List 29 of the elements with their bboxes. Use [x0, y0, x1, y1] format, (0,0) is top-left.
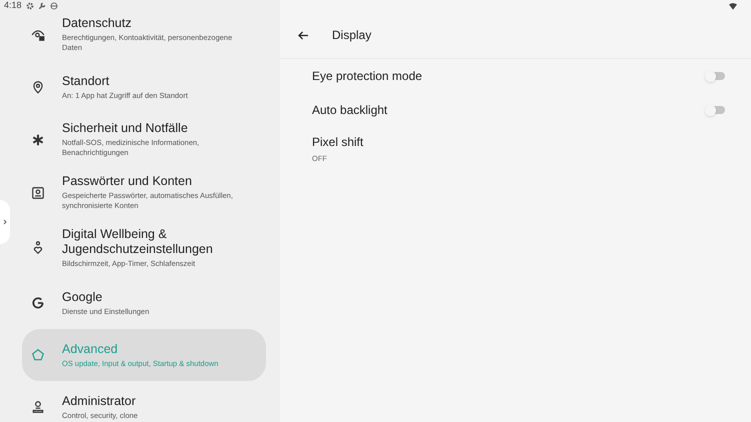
drawer-handle[interactable]: [0, 200, 10, 244]
category-title: Standort: [62, 74, 110, 88]
category-title: Passwörter und Konten: [62, 174, 193, 189]
eye-lock-icon: [31, 28, 45, 42]
account-box-icon: [31, 186, 45, 200]
category-title: Administrator: [62, 394, 137, 408]
chevron-right-icon: [3, 219, 7, 225]
globe-icon: [50, 2, 58, 10]
person-heart-icon: [31, 241, 45, 255]
asterisk-icon: [31, 132, 45, 146]
letter-g-icon: [31, 296, 45, 310]
settings-icon: [26, 2, 34, 10]
setting-label: Pixel shift: [312, 134, 364, 151]
category-title: Advanced: [62, 342, 119, 356]
wrench-icon: [38, 2, 46, 10]
setting-label: Eye protection mode: [312, 68, 422, 85]
page-title: Display: [332, 27, 372, 44]
status-time: 4:18: [4, 0, 22, 12]
location-pin-icon: [31, 80, 45, 94]
category-title: Datenschutz: [62, 16, 132, 31]
toggle-switch[interactable]: [707, 72, 725, 80]
wifi-icon: [729, 2, 737, 10]
person-icon: [31, 400, 45, 414]
category-title: Google: [62, 290, 104, 304]
setting-label: Auto backlight: [312, 102, 388, 119]
toggle-switch[interactable]: [707, 106, 725, 114]
category-title: Digital Wellbeing & Jugendschutzeinstellungen: [62, 227, 214, 257]
back-arrow-icon: [298, 30, 308, 40]
category-title: Sicherheit und Notfälle: [62, 121, 189, 136]
